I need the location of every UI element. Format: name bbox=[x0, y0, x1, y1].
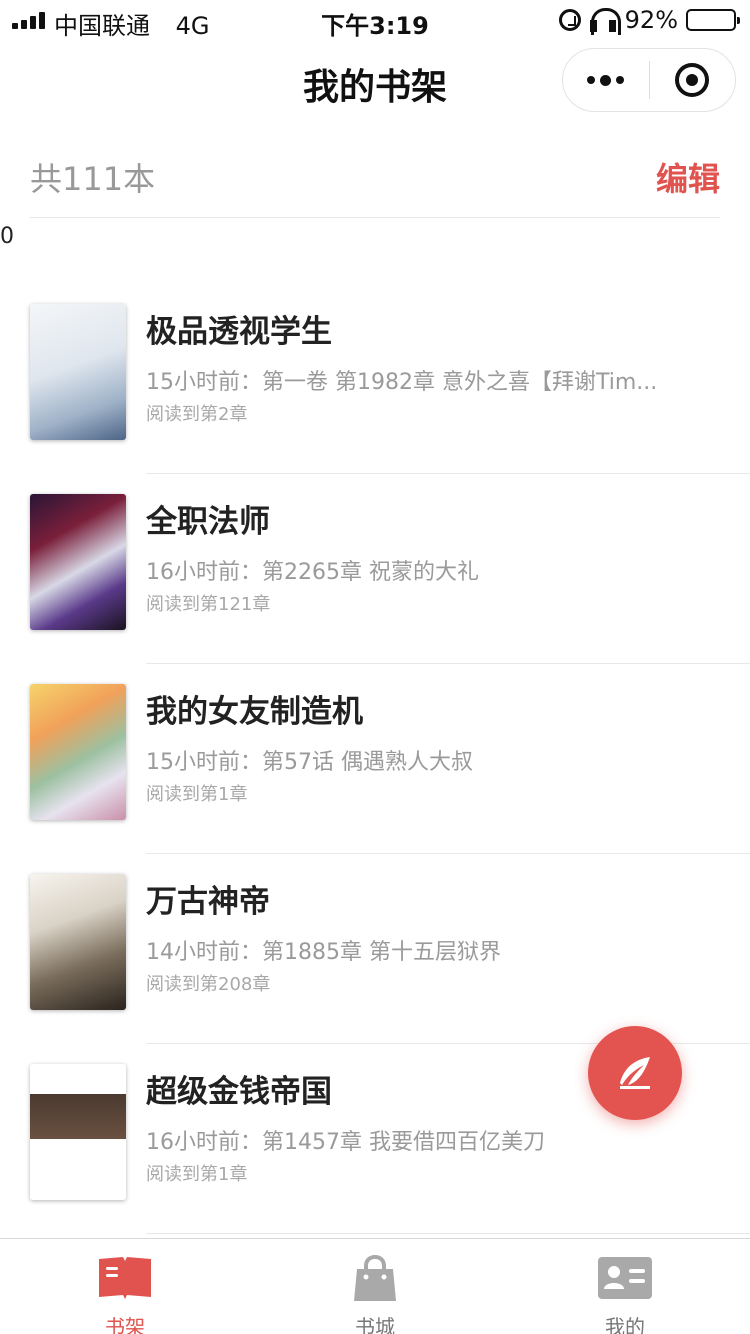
book-cover-image bbox=[30, 304, 126, 440]
book-cover-image bbox=[30, 874, 126, 1010]
rotation-lock-icon bbox=[558, 9, 581, 31]
book-cover-image bbox=[30, 684, 126, 820]
status-bar: 中国联通 4G 下午3:19 92% bbox=[0, 0, 750, 40]
mini-program-capsule bbox=[562, 48, 736, 112]
book-latest-update: 15小时前：第一卷 第1982章 意外之喜【拜谢Tim... bbox=[146, 370, 658, 395]
book-item[interactable]: 我的女友制造机 15小时前：第57话 偶遇熟人大叔 阅读到第1章 bbox=[0, 664, 750, 854]
target-circle-dot bbox=[686, 74, 699, 86]
book-latest-update: 16小时前：第2265章 祝蒙的大礼 bbox=[146, 560, 479, 585]
book-title: 我的女友制造机 bbox=[146, 694, 363, 730]
shopping-bag-icon bbox=[354, 1255, 396, 1301]
more-dots-icon-center bbox=[600, 74, 612, 86]
battery-percent: 92% bbox=[624, 6, 678, 34]
more-dots-icon-end bbox=[616, 76, 625, 84]
write-fab-button[interactable] bbox=[588, 1026, 682, 1120]
battery-icon bbox=[686, 9, 740, 31]
tab-bookstore[interactable]: 书城 bbox=[250, 1239, 500, 1334]
nav-bar: 我的书架 bbox=[0, 40, 750, 128]
list-divider bbox=[146, 1233, 750, 1234]
book-latest-update: 15小时前：第57话 偶遇熟人大叔 bbox=[146, 750, 473, 775]
stray-text: 0 bbox=[0, 224, 14, 249]
book-latest-update: 16小时前：第1457章 我要借四百亿美刀 bbox=[146, 1130, 545, 1155]
close-mini-program-button[interactable] bbox=[650, 49, 736, 111]
id-card-icon bbox=[598, 1257, 652, 1299]
book-read-progress: 阅读到第208章 bbox=[146, 974, 271, 995]
target-circle-icon bbox=[675, 63, 710, 97]
tab-label: 书架 bbox=[105, 1315, 145, 1334]
edit-button[interactable]: 编辑 bbox=[656, 154, 720, 200]
bottom-tab-bar: 书架 书城 我的 bbox=[0, 1238, 750, 1334]
book-read-progress: 阅读到第1章 bbox=[146, 1164, 248, 1185]
book-read-progress: 阅读到第2章 bbox=[146, 404, 248, 425]
headphones-icon bbox=[589, 8, 621, 35]
book-read-progress: 阅读到第1章 bbox=[146, 784, 248, 805]
more-menu-button[interactable] bbox=[563, 49, 649, 111]
tab-label: 我的 bbox=[605, 1315, 645, 1334]
book-latest-update: 14小时前：第1885章 第十五层狱界 bbox=[146, 940, 501, 965]
book-title: 万古神帝 bbox=[146, 884, 270, 920]
tab-label: 书城 bbox=[355, 1315, 395, 1334]
open-book-icon bbox=[99, 1257, 151, 1299]
book-cover-image bbox=[30, 1064, 126, 1200]
status-right-group: 92% bbox=[558, 6, 740, 35]
feather-quill-icon bbox=[620, 1057, 650, 1089]
book-cover-image bbox=[30, 494, 126, 630]
book-count: 共111本 bbox=[30, 160, 156, 198]
book-title: 超级金钱帝国 bbox=[146, 1074, 332, 1110]
tab-profile[interactable]: 我的 bbox=[500, 1239, 750, 1334]
book-read-progress: 阅读到第121章 bbox=[146, 594, 271, 615]
book-item[interactable]: 万古神帝 14小时前：第1885章 第十五层狱界 阅读到第208章 bbox=[0, 854, 750, 1044]
book-title: 全职法师 bbox=[146, 504, 270, 540]
book-title: 极品透视学生 bbox=[146, 314, 332, 350]
book-item[interactable]: 全职法师 16小时前：第2265章 祝蒙的大礼 阅读到第121章 bbox=[0, 474, 750, 664]
tab-bookshelf[interactable]: 书架 bbox=[0, 1239, 250, 1334]
book-item[interactable]: 极品透视学生 15小时前：第一卷 第1982章 意外之喜【拜谢Tim... 阅读… bbox=[0, 284, 750, 474]
shelf-header: 共111本 编辑 bbox=[30, 128, 720, 218]
more-dots-icon bbox=[587, 76, 596, 84]
